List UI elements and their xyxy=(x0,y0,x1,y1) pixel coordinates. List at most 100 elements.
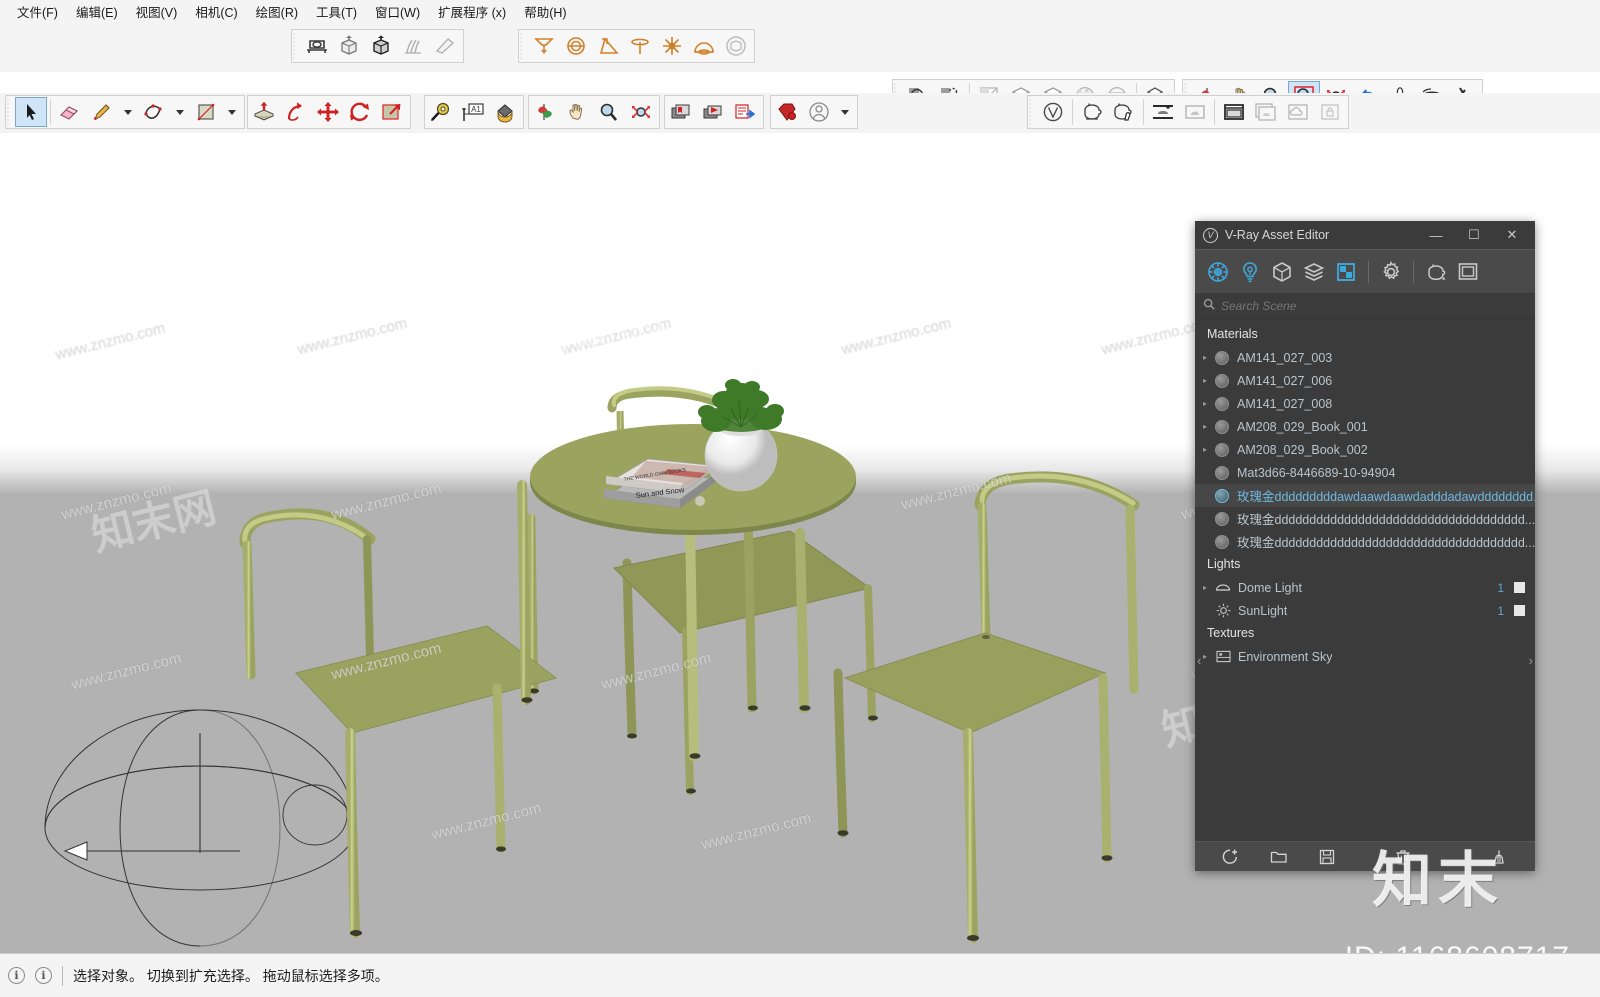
account-avatar-icon[interactable] xyxy=(803,97,835,127)
rotate-tool-icon[interactable] xyxy=(344,97,376,127)
vray-title-bar[interactable]: V V-Ray Asset Editor — ☐ ✕ xyxy=(1195,221,1535,249)
text-tool-icon[interactable]: A1 xyxy=(457,97,489,127)
section-plane-icon[interactable] xyxy=(301,31,333,61)
tape-measure-icon[interactable] xyxy=(425,97,457,127)
close-button[interactable]: ✕ xyxy=(1493,222,1531,248)
list-item[interactable]: ▸ AM141_027_008 xyxy=(1195,392,1535,415)
watermark-plane-icon[interactable] xyxy=(429,31,461,61)
menu-item-edit[interactable]: 编辑(E) xyxy=(67,0,127,23)
vray-render-interactive-icon[interactable] xyxy=(1108,97,1140,127)
zoom-icon[interactable] xyxy=(593,97,625,127)
line-tool-icon[interactable] xyxy=(86,97,118,127)
menu-item-file[interactable]: 文件(F) xyxy=(8,0,67,23)
delete-asset-icon[interactable] xyxy=(1379,849,1427,865)
menu-item-camera[interactable]: 相机(C) xyxy=(186,0,246,23)
solid-tools-outer-shell-icon[interactable] xyxy=(333,31,365,61)
expand-triangle-icon[interactable]: ▸ xyxy=(1203,422,1215,431)
follow-me-tool-icon[interactable] xyxy=(280,97,312,127)
sandbox-smoove-icon[interactable] xyxy=(656,31,688,61)
list-item[interactable]: ▸ AM141_027_006 xyxy=(1195,369,1535,392)
sandbox-stamp-icon[interactable] xyxy=(624,31,656,61)
add-asset-icon[interactable] xyxy=(1207,848,1255,866)
expand-triangle-icon[interactable]: ▸ xyxy=(1203,583,1215,592)
collapse-right-icon[interactable]: › xyxy=(1529,653,1533,668)
vray-frame-buffer-icon[interactable] xyxy=(1218,97,1250,127)
line-dropdown-icon[interactable] xyxy=(118,97,138,127)
fog-icon[interactable] xyxy=(397,31,429,61)
info-bulb-icon[interactable]: ℹ xyxy=(8,967,25,984)
vray-cloud-icon[interactable] xyxy=(1282,97,1314,127)
expand-triangle-icon[interactable]: ▸ xyxy=(1203,376,1215,385)
vray-viewport-render-icon[interactable] xyxy=(1179,97,1211,127)
orbit-icon[interactable] xyxy=(529,97,561,127)
settings-gear-icon[interactable] xyxy=(1376,257,1406,287)
sandbox-add-detail-icon[interactable] xyxy=(688,31,720,61)
list-item[interactable]: Mat3d66-8446689-10-94904 xyxy=(1195,461,1535,484)
arc-dropdown-icon[interactable] xyxy=(170,97,190,127)
rectangle-tool-icon[interactable] xyxy=(190,97,222,127)
pan-icon[interactable] xyxy=(561,97,593,127)
layout-send-icon[interactable] xyxy=(729,97,761,127)
ruby-console-icon[interactable] xyxy=(771,97,803,127)
sandbox-from-scratch-icon[interactable] xyxy=(560,31,592,61)
list-item[interactable]: ▸ Dome Light 1 xyxy=(1195,576,1535,599)
sandbox-from-contours-icon[interactable] xyxy=(528,31,560,61)
zoom-extents-icon[interactable] xyxy=(625,97,657,127)
list-item[interactable]: ▸ Environment Sky xyxy=(1195,645,1535,668)
eraser-tool-icon[interactable] xyxy=(54,97,86,127)
menu-item-window[interactable]: 窗口(W) xyxy=(366,0,429,23)
vray-asset-list[interactable]: Materials ▸ AM141_027_003 ▸ AM141_027_00… xyxy=(1195,319,1535,841)
info-circle-icon[interactable]: ℹ xyxy=(35,967,52,984)
vray-asset-editor-panel[interactable]: V V-Ray Asset Editor — ☐ ✕ Search Scene … xyxy=(1195,221,1535,871)
push-pull-tool-icon[interactable] xyxy=(248,97,280,127)
scale-tool-icon[interactable] xyxy=(376,97,408,127)
move-tool-icon[interactable] xyxy=(312,97,344,127)
vray-lock-icon[interactable] xyxy=(1314,97,1346,127)
light-enable-toggle[interactable] xyxy=(1514,605,1525,616)
select-tool-icon[interactable] xyxy=(15,97,47,127)
collapse-left-icon[interactable]: ‹ xyxy=(1197,653,1201,668)
arc-tool-icon[interactable] xyxy=(138,97,170,127)
textures-tab-icon[interactable] xyxy=(1331,257,1361,287)
open-asset-icon[interactable] xyxy=(1255,849,1303,865)
menu-item-tools[interactable]: 工具(T) xyxy=(307,0,366,23)
list-item[interactable]: ▸ AM141_027_003 xyxy=(1195,346,1535,369)
render-teapot-icon[interactable] xyxy=(1421,257,1451,287)
vray-render-icon[interactable] xyxy=(1076,97,1108,127)
toolbar-grip[interactable] xyxy=(6,98,13,126)
scene-export-icon[interactable] xyxy=(697,97,729,127)
menu-item-view[interactable]: 视图(V) xyxy=(127,0,187,23)
list-item[interactable]: ▸ AM208_029_Book_002 xyxy=(1195,438,1535,461)
expand-triangle-icon[interactable]: ▸ xyxy=(1203,353,1215,362)
menu-item-extensions[interactable]: 扩展程序 (x) xyxy=(429,0,515,23)
maximize-button[interactable]: ☐ xyxy=(1455,222,1493,248)
list-item[interactable]: 玫瑰金dddddddddddddddddddddddddddddddddddd.… xyxy=(1195,507,1535,530)
expand-triangle-icon[interactable]: ▸ xyxy=(1203,652,1215,661)
list-item-selected[interactable]: 玫瑰金dddddddddawdaawdaawdadddadawdddddddd.… xyxy=(1195,484,1535,507)
vray-render-region-icon[interactable] xyxy=(1147,97,1179,127)
solid-tools-intersect-icon[interactable] xyxy=(365,31,397,61)
sandbox-flip-edge-icon[interactable] xyxy=(720,31,752,61)
sandbox-drape-icon[interactable] xyxy=(592,31,624,61)
rectangle-dropdown-icon[interactable] xyxy=(222,97,242,127)
menu-item-help[interactable]: 帮助(H) xyxy=(515,0,575,23)
frame-buffer-icon[interactable] xyxy=(1453,257,1483,287)
search-input[interactable] xyxy=(1221,298,1527,313)
expand-triangle-icon[interactable]: ▸ xyxy=(1203,399,1215,408)
paint-bucket-icon[interactable] xyxy=(489,97,521,127)
menu-item-draw[interactable]: 绘图(R) xyxy=(247,0,307,23)
geometry-tab-icon[interactable] xyxy=(1267,257,1297,287)
materials-tab-icon[interactable] xyxy=(1203,257,1233,287)
account-dropdown-icon[interactable] xyxy=(835,97,855,127)
search-scene-bar[interactable] xyxy=(1195,293,1535,319)
list-item[interactable]: 玫瑰金dddddddddddddddddddddddddddddddddddd.… xyxy=(1195,530,1535,553)
list-item[interactable]: SunLight 1 xyxy=(1195,599,1535,622)
scene-import-icon[interactable] xyxy=(665,97,697,127)
minimize-button[interactable]: — xyxy=(1417,222,1455,248)
toolbar-grip[interactable] xyxy=(292,32,299,60)
vray-asset-editor-icon[interactable] xyxy=(1037,97,1069,127)
expand-triangle-icon[interactable]: ▸ xyxy=(1203,445,1215,454)
purge-assets-icon[interactable] xyxy=(1475,849,1523,865)
toolbar-grip[interactable] xyxy=(519,32,526,60)
list-item[interactable]: ▸ AM208_029_Book_001 xyxy=(1195,415,1535,438)
